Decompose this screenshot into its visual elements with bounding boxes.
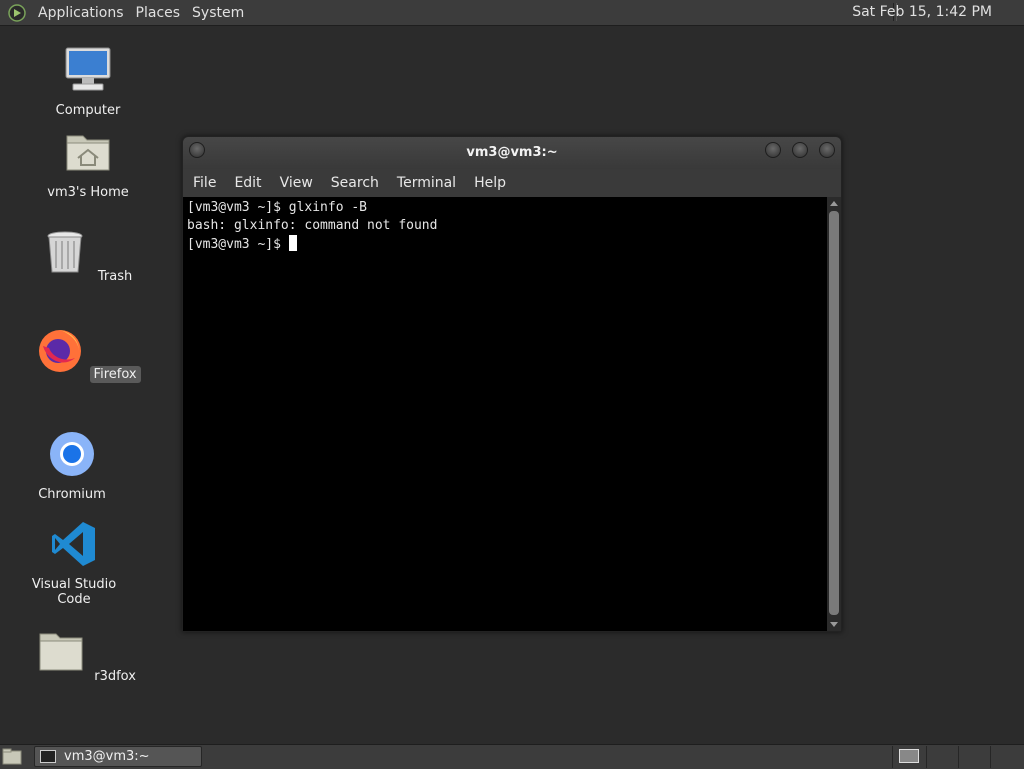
desktop-icon-label: vm3's Home [47, 185, 129, 200]
workspace-3[interactable] [990, 746, 991, 768]
workspace-1[interactable] [899, 749, 919, 763]
desktop-icon-home[interactable]: vm3's Home [28, 128, 148, 201]
workspace-2[interactable] [958, 746, 959, 768]
menu-help[interactable]: Help [464, 175, 514, 191]
scroll-up-arrow-icon[interactable] [830, 201, 838, 206]
desktop-icon-firefox[interactable]: Firefox [28, 326, 148, 383]
close-button[interactable] [819, 142, 835, 158]
desktop-icon-vscode[interactable]: Visual Studio Code [14, 520, 134, 608]
taskbar-item-label: vm3@vm3:~ [64, 749, 150, 764]
terminal-window[interactable]: vm3@vm3:~ File Edit View Search Terminal… [182, 136, 842, 632]
top-panel: Applications Places System Sat Feb 15, 1… [0, 0, 1024, 26]
desktop-icon-chromium[interactable]: Chromium [12, 430, 132, 503]
desktop-icon-label: Trash [97, 269, 133, 284]
terminal-line: bash: glxinfo: command not found [187, 218, 438, 233]
minimize-button[interactable] [765, 142, 781, 158]
trash-icon [47, 231, 83, 273]
window-title: vm3@vm3:~ [466, 145, 558, 160]
terminal-prompt-line: [vm3@vm3 ~]$ [187, 235, 823, 254]
home-folder-icon [66, 135, 110, 171]
workspace-divider [892, 746, 893, 768]
terminal-app-icon [40, 750, 56, 763]
menu-terminal[interactable]: Terminal [387, 175, 464, 191]
mate-logo-icon[interactable] [8, 3, 26, 22]
system-menu[interactable]: System [186, 5, 250, 21]
desktop-icon-computer[interactable]: Computer [28, 46, 148, 119]
terminal-output[interactable]: [vm3@vm3 ~]$ glxinfo -B bash: glxinfo: c… [183, 197, 827, 631]
terminal-prompt: [vm3@vm3 ~]$ [187, 237, 289, 252]
vscode-icon [52, 522, 95, 566]
taskbar-item-terminal[interactable]: vm3@vm3:~ [34, 746, 202, 767]
desktop-icon-label: Visual Studio Code [31, 577, 117, 607]
firefox-icon [39, 330, 82, 372]
folder-icon [39, 633, 83, 671]
text-cursor [288, 235, 297, 251]
computer-icon [65, 47, 111, 91]
scroll-down-arrow-icon[interactable] [830, 622, 838, 627]
maximize-button[interactable] [792, 142, 808, 158]
show-desktop-icon[interactable] [2, 748, 22, 766]
menu-file[interactable]: File [183, 175, 224, 191]
menu-edit[interactable]: Edit [224, 175, 269, 191]
desktop-icon-label: Chromium [38, 487, 106, 502]
menu-search[interactable]: Search [321, 175, 387, 191]
desktop-icon-label: Firefox [89, 366, 141, 383]
terminal-scrollbar[interactable] [827, 197, 841, 631]
desktop-icon-r3dfox[interactable]: r3dfox [28, 628, 148, 685]
desktop-icon-label: Computer [55, 103, 121, 118]
applications-menu[interactable]: Applications [32, 5, 130, 21]
clock[interactable]: Sat Feb 15, 1:42 PM [852, 4, 992, 20]
places-menu[interactable]: Places [130, 5, 187, 21]
chromium-icon [50, 432, 94, 476]
terminal-line: [vm3@vm3 ~]$ glxinfo -B [187, 200, 368, 215]
desktop-icon-label: r3dfox [94, 669, 136, 684]
terminal-titlebar[interactable]: vm3@vm3:~ [183, 137, 841, 169]
menu-view[interactable]: View [270, 175, 321, 191]
terminal-menubar: File Edit View Search Terminal Help [183, 169, 841, 197]
desktop-icon-trash[interactable]: Trash [28, 228, 148, 285]
scrollbar-thumb[interactable] [829, 211, 839, 615]
workspace-divider [926, 746, 927, 768]
bottom-panel: vm3@vm3:~ [0, 744, 1024, 769]
